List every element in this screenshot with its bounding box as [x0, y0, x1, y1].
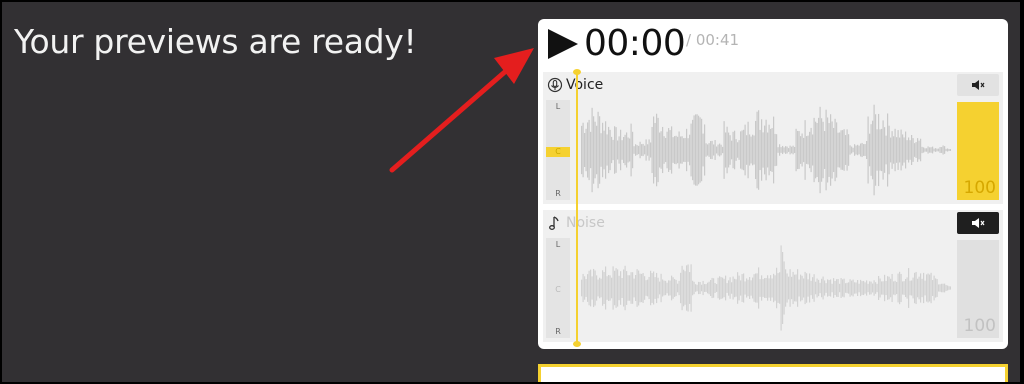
voice-volume-value: 100 [963, 178, 996, 198]
playhead-handle-bottom[interactable] [573, 341, 581, 347]
pan-right-label: R [555, 327, 561, 336]
pan-right-label: R [555, 189, 561, 198]
microphone-icon [547, 77, 563, 93]
voice-waveform[interactable] [579, 100, 951, 200]
page-background: Your previews are ready! 00:00 / 00:41 V… [2, 2, 1020, 382]
page-heading: Your previews are ready! [14, 22, 417, 61]
speaker-mute-icon [972, 80, 985, 90]
speaker-mute-icon [972, 218, 985, 228]
pan-center-label: C [555, 285, 561, 294]
pan-control-voice[interactable]: L C R [546, 100, 570, 200]
pan-left-label: L [555, 102, 561, 111]
preview-player-card: 00:00 / 00:41 Voice L C R 100 Noise L C … [538, 19, 1008, 349]
annotation-arrow [389, 48, 534, 173]
noise-volume-value: 100 [963, 316, 996, 336]
noise-mute-button[interactable] [957, 212, 999, 234]
current-time: 00:00 [584, 23, 686, 64]
voice-volume-slider[interactable]: 100 [957, 102, 999, 200]
pan-left-label: L [555, 240, 561, 249]
total-time: / 00:41 [686, 31, 740, 49]
track-noise-label: Noise [566, 215, 605, 231]
play-button[interactable] [546, 27, 580, 61]
track-voice: Voice L C R 100 [543, 72, 1003, 204]
voice-mute-button[interactable] [957, 74, 999, 96]
play-icon [548, 29, 578, 59]
pan-control-noise[interactable]: L C R [546, 238, 570, 338]
noise-waveform[interactable] [579, 238, 951, 338]
track-noise: Noise L C R 100 [543, 210, 1003, 342]
music-note-icon [547, 215, 563, 231]
next-panel [538, 364, 1008, 382]
noise-volume-slider[interactable]: 100 [957, 240, 999, 338]
track-voice-label: Voice [566, 77, 604, 93]
playhead[interactable] [576, 71, 578, 345]
pan-center-label: C [546, 147, 570, 157]
